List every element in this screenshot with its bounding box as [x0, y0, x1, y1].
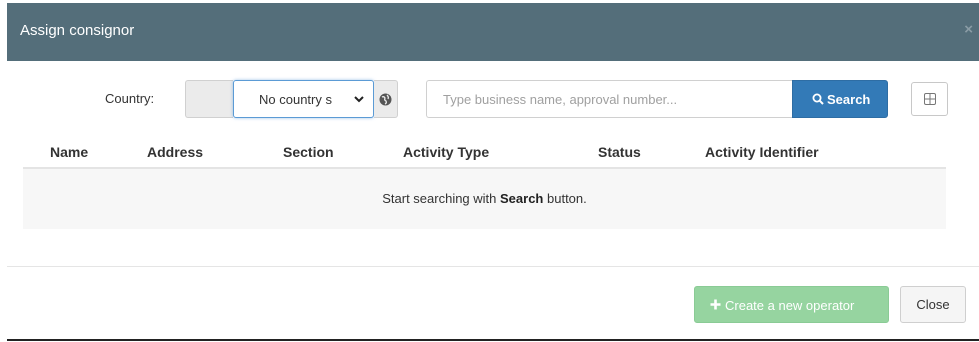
- country-flag-box: [185, 80, 233, 118]
- assign-consignor-modal: Assign consignor × Country: No country s…: [7, 3, 979, 340]
- close-button[interactable]: Close: [900, 286, 966, 323]
- toggle-columns-button[interactable]: [911, 82, 948, 116]
- grid-icon: [924, 93, 936, 105]
- column-header-address[interactable]: Address: [147, 144, 203, 160]
- globe-icon: [379, 93, 392, 106]
- search-button-label: Search: [827, 92, 871, 107]
- country-label: Country:: [105, 91, 155, 106]
- country-select[interactable]: No country s: [233, 80, 374, 118]
- search-icon: [812, 93, 824, 105]
- create-operator-button[interactable]: Create a new operator: [694, 286, 889, 323]
- empty-message-suffix: button.: [543, 191, 587, 206]
- empty-message-emphasis: Search: [500, 191, 544, 206]
- empty-table-row: Start searching with Search button.: [23, 169, 946, 229]
- modal-title: Assign consignor: [20, 22, 135, 39]
- modal-header: Assign consignor ×: [7, 3, 979, 61]
- chevron-down-icon: [354, 96, 364, 103]
- country-select-value: No country s: [259, 92, 332, 107]
- plus-icon: [710, 299, 721, 310]
- column-header-section[interactable]: Section: [283, 144, 334, 160]
- empty-message: Start searching with Search button.: [23, 191, 946, 206]
- globe-addon[interactable]: [374, 80, 398, 118]
- modal-bottom-border: [7, 339, 979, 341]
- footer-divider: [7, 266, 979, 267]
- search-input[interactable]: [426, 80, 792, 118]
- empty-message-prefix: Start searching with: [382, 191, 501, 206]
- column-header-status[interactable]: Status: [598, 144, 641, 160]
- column-header-name[interactable]: Name: [50, 144, 88, 160]
- create-operator-label: Create a new operator: [725, 298, 855, 313]
- close-icon[interactable]: ×: [964, 21, 973, 38]
- column-header-activity-type[interactable]: Activity Type: [403, 144, 489, 160]
- search-button[interactable]: Search: [792, 80, 888, 118]
- column-header-activity-identifier[interactable]: Activity Identifier: [705, 144, 819, 160]
- table-header: Name Address Section Activity Type Statu…: [23, 136, 946, 169]
